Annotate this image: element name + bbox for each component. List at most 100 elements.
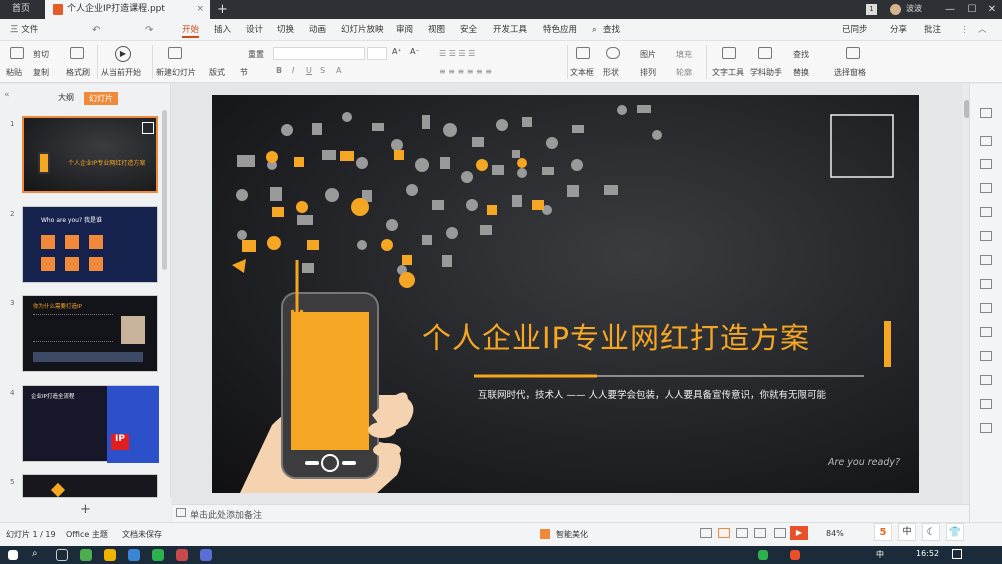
textbox-icon[interactable] [576, 47, 590, 59]
bullets-icon[interactable]: ☰ ☰ ☰ ☰ [439, 49, 475, 58]
slide-thumb-1[interactable]: 个人企业IP专业网红打造方案 [22, 116, 158, 193]
search-label[interactable]: 查找 [603, 23, 620, 38]
backup-status[interactable]: 文档未保存 [122, 529, 162, 540]
font-size-down-button[interactable]: A⁻ [410, 47, 420, 56]
slide-thumb-4[interactable]: 企业IP打造全流程 IP [22, 385, 159, 463]
clock[interactable]: 16:52 [916, 549, 939, 558]
search-icon[interactable]: ⌕ [592, 23, 597, 38]
slide-subtitle[interactable]: 互联网时代，技术人 —— 人人要学会包装，人人要具备宣传意识，你就有无限可能 [478, 387, 826, 401]
textbox-button[interactable]: 文本框 [570, 67, 594, 78]
page-count-badge[interactable]: 1 [866, 4, 877, 15]
select-pane-button[interactable]: 选择窗格 [834, 67, 866, 78]
minimize-button[interactable]: — [940, 0, 960, 19]
text-tool-button[interactable]: 文字工具 [712, 67, 744, 78]
font-color-button[interactable]: A [336, 66, 341, 75]
slide-thumb-3[interactable]: 你为什么需要打造IP [22, 295, 158, 372]
table-icon[interactable] [980, 231, 992, 241]
avatar[interactable] [890, 4, 901, 15]
italic-button[interactable]: I [292, 66, 294, 75]
slide-footer[interactable]: Are you ready? [828, 457, 900, 468]
tab-outline[interactable]: 大纲 [58, 92, 74, 103]
slide-title[interactable]: 个人企业IP专业网红打造方案 [422, 315, 810, 357]
close-tab-icon[interactable]: × [196, 0, 204, 19]
layout-icon[interactable] [980, 255, 992, 265]
ime-chinese-icon[interactable]: 中 [898, 523, 916, 541]
replace-button[interactable]: 替换 [793, 67, 809, 78]
tab-document[interactable]: 个人企业IP打造课程.ppt × [45, 0, 210, 19]
scrollbar[interactable] [162, 110, 167, 270]
reset-button[interactable]: 重置 [248, 49, 264, 60]
normal-view-icon[interactable] [718, 528, 730, 538]
tab-slides[interactable]: 幻灯片 [84, 92, 118, 105]
assistant-icon[interactable] [758, 47, 772, 59]
menu-view[interactable]: 视图 [428, 23, 445, 38]
cut-button[interactable]: 剪切 [33, 49, 49, 60]
app-icon[interactable] [176, 549, 188, 561]
add-slide-button[interactable]: + [80, 502, 91, 517]
shape-icon[interactable] [980, 136, 992, 146]
notifications-icon[interactable] [952, 549, 962, 559]
section-button[interactable]: 节 [240, 67, 248, 78]
sorter-view-icon[interactable] [736, 528, 748, 538]
sync-status[interactable]: 已同步 [842, 23, 868, 38]
fit-icon[interactable] [774, 528, 786, 538]
slide-thumb-5[interactable] [22, 474, 158, 498]
assistant-button[interactable]: 学科助手 [750, 67, 782, 78]
new-slide-button[interactable]: 新建幻灯片 [156, 67, 196, 78]
notes-toggle-icon[interactable] [700, 528, 712, 538]
tray-wechat-icon[interactable] [758, 550, 768, 560]
underline-button[interactable]: U [306, 66, 312, 75]
chevron-up-icon[interactable]: ︿ [978, 23, 987, 38]
menu-security[interactable]: 安全 [460, 23, 477, 38]
audio-icon[interactable] [980, 375, 992, 385]
picture-button[interactable]: 图片 [640, 49, 656, 60]
menu-insert[interactable]: 插入 [214, 23, 231, 38]
reading-view-icon[interactable] [754, 528, 766, 538]
tray-ime[interactable]: 中 [876, 549, 884, 560]
new-slide-icon[interactable] [168, 47, 182, 59]
smart-beautify-button[interactable]: 智能美化 [556, 529, 588, 540]
share-icon[interactable] [980, 399, 992, 409]
task-view-icon[interactable] [56, 549, 68, 561]
property-icon[interactable] [980, 108, 992, 118]
close-window-button[interactable]: ✕ [982, 0, 1002, 19]
layout-button[interactable]: 版式 [209, 67, 225, 78]
chart-icon[interactable] [980, 279, 992, 289]
shape-button[interactable]: 形状 [603, 67, 619, 78]
paste-icon[interactable] [10, 47, 24, 59]
copy-icon[interactable] [980, 159, 992, 169]
explorer-icon[interactable] [104, 549, 116, 561]
new-tab-button[interactable]: + [212, 0, 232, 19]
template-icon[interactable] [980, 423, 992, 433]
menu-file[interactable]: 三 文件 [10, 23, 38, 38]
wechat-icon[interactable] [152, 549, 164, 561]
menu-developer[interactable]: 开发工具 [493, 23, 527, 38]
notes-pane[interactable]: 单击此处添加备注 [172, 504, 969, 522]
font-family-select[interactable] [273, 47, 365, 60]
text-tool-icon[interactable] [722, 47, 736, 59]
app-icon[interactable] [128, 549, 140, 561]
search-icon[interactable] [980, 351, 992, 361]
menu-special[interactable]: 特色应用 [543, 23, 577, 38]
play-icon[interactable]: ▶ [790, 526, 808, 540]
tab-home[interactable]: 首页 [0, 0, 45, 19]
moon-icon[interactable]: ☾ [922, 523, 940, 541]
font-size-select[interactable] [367, 47, 387, 60]
find-button[interactable]: 查找 [793, 49, 809, 60]
slide-thumb-2[interactable]: Who are you? 我是谁 [22, 206, 158, 283]
wps-icon[interactable] [200, 549, 212, 561]
collapse-pane-icon[interactable]: « [4, 90, 10, 100]
comment-button[interactable]: 批注 [924, 23, 941, 38]
share-button[interactable]: 分享 [890, 23, 907, 38]
redo-icon[interactable]: ↷ [145, 23, 157, 38]
copy-button[interactable]: 复制 [33, 67, 49, 78]
font-size-up-button[interactable]: A⁺ [392, 47, 402, 56]
select-icon[interactable] [980, 183, 992, 193]
theme-name[interactable]: Office 主题 [66, 529, 108, 540]
export-icon[interactable] [980, 303, 992, 313]
strike-button[interactable]: S [320, 66, 325, 75]
html5-icon[interactable]: 5 [874, 523, 892, 541]
paste-button[interactable]: 粘贴 [6, 67, 22, 78]
menu-review[interactable]: 审阅 [396, 23, 413, 38]
menu-design[interactable]: 设计 [246, 23, 263, 38]
